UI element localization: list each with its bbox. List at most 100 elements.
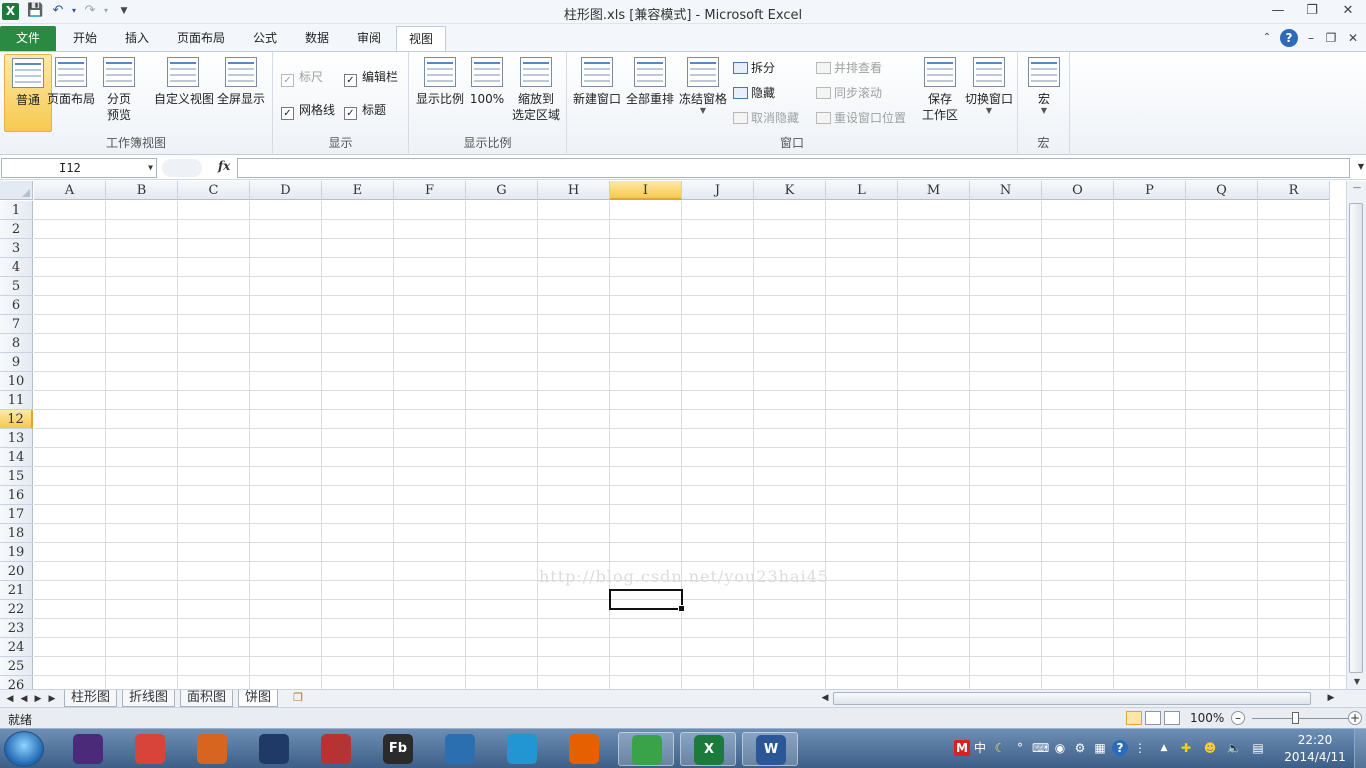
show-desktop-button[interactable]: [1354, 729, 1366, 768]
scroll-down-icon[interactable]: ▼: [1350, 675, 1364, 689]
row-header-11[interactable]: 11: [0, 391, 33, 410]
zoom-slider-track[interactable]: [1252, 718, 1348, 719]
column-header-o[interactable]: O: [1042, 181, 1114, 200]
row-header-16[interactable]: 16: [0, 486, 33, 505]
show-hidden-icons[interactable]: ▲: [1156, 740, 1172, 756]
unhide-button[interactable]: 取消隐藏: [733, 110, 799, 126]
help-icon[interactable]: ?: [1112, 740, 1128, 756]
row-header-12[interactable]: 12: [0, 410, 33, 429]
new-window-button[interactable]: 新建窗口: [571, 54, 623, 132]
column-header-j[interactable]: J: [682, 181, 754, 200]
network-icon[interactable]: ▤: [1250, 740, 1266, 756]
qq-icon[interactable]: ☻: [1202, 740, 1218, 756]
column-header-q[interactable]: Q: [1186, 181, 1258, 200]
column-header-h[interactable]: H: [538, 181, 610, 200]
hide-button[interactable]: 隐藏: [733, 85, 775, 101]
row-header-2[interactable]: 2: [0, 220, 33, 239]
name-box[interactable]: I12 ▼: [1, 158, 157, 178]
punctuation-icon[interactable]: °: [1012, 740, 1028, 756]
active-cell[interactable]: [609, 589, 685, 612]
sheet-tab-line-chart[interactable]: 折线图: [122, 690, 176, 707]
page-break-preview-button[interactable]: 分页 预览: [95, 54, 143, 132]
column-header-p[interactable]: P: [1114, 181, 1186, 200]
first-sheet-icon[interactable]: ◀: [4, 691, 16, 707]
keyboard-icon[interactable]: ⌨: [1032, 740, 1049, 756]
page-break-view-icon[interactable]: [1164, 711, 1180, 725]
column-header-i[interactable]: I: [610, 181, 682, 200]
taskbar-notes-button[interactable]: [122, 732, 178, 766]
tools-icon[interactable]: ⚙: [1072, 740, 1088, 756]
row-header-23[interactable]: 23: [0, 619, 33, 638]
formula-bar-checkbox[interactable]: ✓ 编辑栏: [344, 69, 398, 87]
zoom-level[interactable]: 100%: [1190, 711, 1224, 725]
next-sheet-icon[interactable]: ▶: [32, 691, 44, 707]
zoom-in-icon[interactable]: +: [1348, 711, 1362, 725]
reset-window-position-button[interactable]: 重设窗口位置: [816, 110, 906, 126]
row-header-25[interactable]: 25: [0, 657, 33, 676]
zoom-out-icon[interactable]: –: [1231, 711, 1245, 725]
tab-data[interactable]: 数据: [292, 26, 342, 51]
expand-formula-bar-icon[interactable]: ▼: [1358, 162, 1364, 171]
row-header-10[interactable]: 10: [0, 372, 33, 391]
full-screen-button[interactable]: 全屏显示: [215, 54, 267, 132]
row-header-22[interactable]: 22: [0, 600, 33, 619]
row-header-17[interactable]: 17: [0, 505, 33, 524]
taskbar-cube-button[interactable]: [432, 732, 488, 766]
scroll-right-icon[interactable]: ▶: [1325, 691, 1337, 706]
column-header-f[interactable]: F: [394, 181, 466, 200]
row-header-9[interactable]: 9: [0, 353, 33, 372]
start-button[interactable]: [4, 731, 44, 767]
settings-icon[interactable]: ▦: [1092, 740, 1108, 756]
row-header-21[interactable]: 21: [0, 581, 33, 600]
column-header-d[interactable]: D: [250, 181, 322, 200]
taskbar-word-button[interactable]: W: [742, 732, 798, 766]
antivirus-icon[interactable]: M: [954, 740, 970, 756]
page-layout-view-button[interactable]: 页面布局: [47, 54, 95, 132]
row-header-15[interactable]: 15: [0, 467, 33, 486]
close-button[interactable]: ✕: [1333, 1, 1363, 21]
doc-close-icon[interactable]: ✕: [1344, 29, 1362, 47]
side-by-side-button[interactable]: 并排查看: [816, 60, 882, 76]
row-header-24[interactable]: 24: [0, 638, 33, 657]
column-header-n[interactable]: N: [970, 181, 1042, 200]
column-header-r[interactable]: R: [1258, 181, 1330, 200]
taskbar-matlab-button[interactable]: [184, 732, 240, 766]
macros-button[interactable]: 宏 ▼: [1020, 54, 1068, 132]
select-all-button[interactable]: [0, 181, 33, 200]
tab-page-layout[interactable]: 页面布局: [166, 26, 236, 51]
column-header-c[interactable]: C: [178, 181, 250, 200]
save-workspace-button[interactable]: 保存 工作区: [916, 54, 964, 132]
horizontal-scrollbar[interactable]: ◀ ▶: [819, 691, 1339, 706]
row-header-1[interactable]: 1: [0, 201, 33, 220]
skin-icon[interactable]: ◉: [1052, 740, 1068, 756]
formula-input[interactable]: [237, 158, 1350, 178]
row-header-7[interactable]: 7: [0, 315, 33, 334]
collapse-ribbon-icon[interactable]: ⌃: [1258, 29, 1276, 47]
column-header-m[interactable]: M: [898, 181, 970, 200]
sheet-tab-column-chart[interactable]: 柱形图: [64, 690, 118, 707]
prev-sheet-icon[interactable]: ◀: [18, 691, 30, 707]
ruler-checkbox[interactable]: ✓ 标尺: [281, 69, 323, 87]
custom-views-button[interactable]: 自定义视图: [154, 54, 214, 132]
row-header-19[interactable]: 19: [0, 543, 33, 562]
row-header-20[interactable]: 20: [0, 562, 33, 581]
row-header-26[interactable]: 26: [0, 676, 33, 689]
row-header-13[interactable]: 13: [0, 429, 33, 448]
normal-view-icon[interactable]: [1126, 711, 1142, 725]
vertical-scrollbar[interactable]: — ▼: [1346, 181, 1366, 689]
last-sheet-icon[interactable]: ▶: [46, 691, 58, 707]
tab-view[interactable]: 视图: [396, 26, 446, 52]
cell-area[interactable]: [34, 201, 1346, 689]
column-header-e[interactable]: E: [322, 181, 394, 200]
sheet-tab-pie-chart[interactable]: 饼图: [238, 690, 279, 707]
doc-minimize-icon[interactable]: –: [1302, 29, 1320, 47]
tab-home[interactable]: 开始: [60, 26, 110, 51]
chevron-down-icon[interactable]: ▼: [148, 159, 153, 177]
arrange-all-button[interactable]: 全部重排: [625, 54, 675, 132]
insert-function-icon[interactable]: fx: [218, 159, 230, 173]
split-box-icon[interactable]: —: [1350, 181, 1364, 195]
ime-menu-icon[interactable]: ⋮: [1132, 740, 1148, 756]
taskbar-tool-button[interactable]: [308, 732, 364, 766]
restore-button[interactable]: ❐: [1297, 1, 1327, 21]
column-header-k[interactable]: K: [754, 181, 826, 200]
